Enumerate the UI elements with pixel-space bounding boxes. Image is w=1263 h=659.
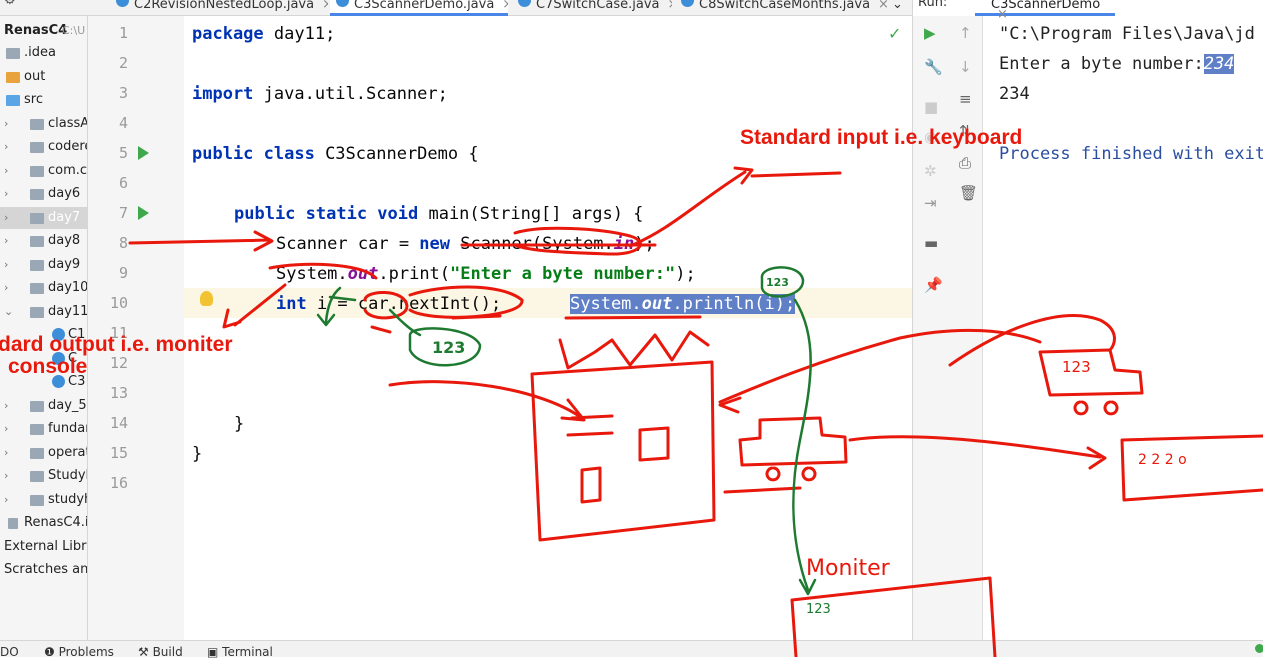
stdout-annotation: dard output i.e. moniter [0,333,233,356]
green-arrow-bar [328,295,357,302]
monitor-right [1120,434,1263,502]
monitor-box [790,576,997,657]
car-123-label: 123 [1062,358,1091,376]
green-arrow-to-monitor [792,298,817,596]
stdin-annotation: Standard input i.e. keyboard [740,126,1023,149]
car-drawing-right [1038,348,1144,416]
jvm-internals [566,414,670,504]
jvm-box [530,360,716,542]
console-annotation: console [8,355,88,378]
green-123-label: 123 [432,338,466,357]
arrow-to-stdin [628,166,754,248]
circle-car [363,290,409,320]
circle-nextint [408,285,524,319]
arrow-to-monitor-right [848,435,1107,470]
car-drawing-middle [738,416,848,482]
monitor-annotation: Moniter [806,556,890,581]
circle-system-out [268,262,378,280]
arrow-to-stdout [222,283,287,329]
line-car-middle [723,486,802,494]
underline-stdin [750,171,842,178]
green-arrow-i [316,286,342,327]
circle-system-in [513,226,642,256]
arrow-into-jvm [388,380,586,422]
green-123-top: 123 [766,276,789,289]
monitor-123-label: 123 [806,602,831,617]
annotation-layer [128,166,1263,657]
monitor-right-dots: 2 2 2 o [1138,452,1187,468]
underline-println [564,315,702,320]
arrow-to-scanner [128,230,274,252]
